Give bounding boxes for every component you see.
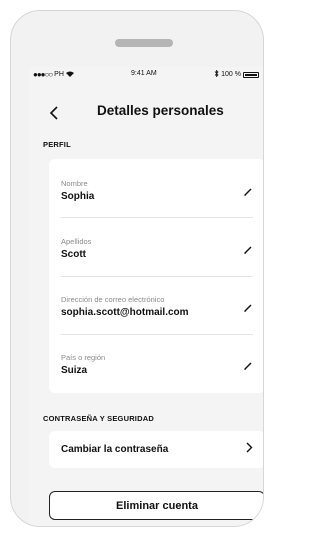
security-section-title: CONTRASEÑA Y SEGURIDAD: [43, 414, 154, 423]
battery-percent: 100 %: [221, 71, 241, 78]
change-password-row[interactable]: Cambiar la contraseña: [49, 431, 263, 468]
divider: [61, 276, 253, 277]
last-name-label: Apellidos: [61, 237, 92, 246]
country-value: Suiza: [61, 365, 88, 376]
chevron-left-icon: [49, 106, 58, 120]
status-time: 9:41 AM: [131, 70, 157, 77]
page-title: Detalles personales: [97, 103, 224, 118]
wifi-icon: [65, 71, 74, 79]
speaker-grille: [115, 39, 173, 47]
pencil-icon[interactable]: [243, 245, 253, 255]
first-name-value: Sophia: [61, 191, 95, 202]
email-value: sophia.scott@hotmail.com: [61, 307, 189, 318]
carrier-name: PH: [54, 71, 64, 78]
pencil-icon[interactable]: [243, 187, 253, 197]
delete-account-button[interactable]: Eliminar cuenta: [49, 491, 263, 520]
profile-row-email[interactable]: Dirección de correo electrónico sophia.s…: [61, 295, 253, 318]
profile-row-first-name[interactable]: Nombre Sophia: [61, 179, 253, 202]
last-name-value: Scott: [61, 249, 86, 260]
status-left: ●●●○○ PH: [33, 70, 74, 79]
pencil-icon[interactable]: [243, 361, 253, 371]
first-name-label: Nombre: [61, 179, 88, 188]
country-label: País o región: [61, 353, 106, 362]
profile-row-country[interactable]: País o región Suiza: [61, 353, 253, 376]
chevron-right-icon: [246, 442, 253, 456]
divider: [61, 217, 253, 218]
screen: ●●●○○ PH 9:41 AM 100 % Detalles personal…: [29, 67, 263, 526]
profile-row-last-name[interactable]: Apellidos Scott: [61, 237, 253, 260]
divider: [61, 334, 253, 335]
profile-section-title: PERFIL: [43, 140, 71, 149]
battery-icon: [243, 71, 259, 78]
profile-card: Nombre Sophia Apellidos Scott Dirección …: [49, 159, 263, 393]
pencil-icon[interactable]: [243, 303, 253, 313]
phone-frame: ●●●○○ PH 9:41 AM 100 % Detalles personal…: [10, 10, 264, 527]
email-label: Dirección de correo electrónico: [61, 295, 165, 304]
status-bar: ●●●○○ PH 9:41 AM 100 %: [29, 67, 263, 81]
change-password-label: Cambiar la contraseña: [61, 444, 169, 455]
signal-icon: ●●●○○: [33, 70, 53, 79]
status-right: 100 %: [214, 69, 259, 79]
bluetooth-icon: [214, 69, 219, 79]
back-button[interactable]: [49, 104, 69, 124]
